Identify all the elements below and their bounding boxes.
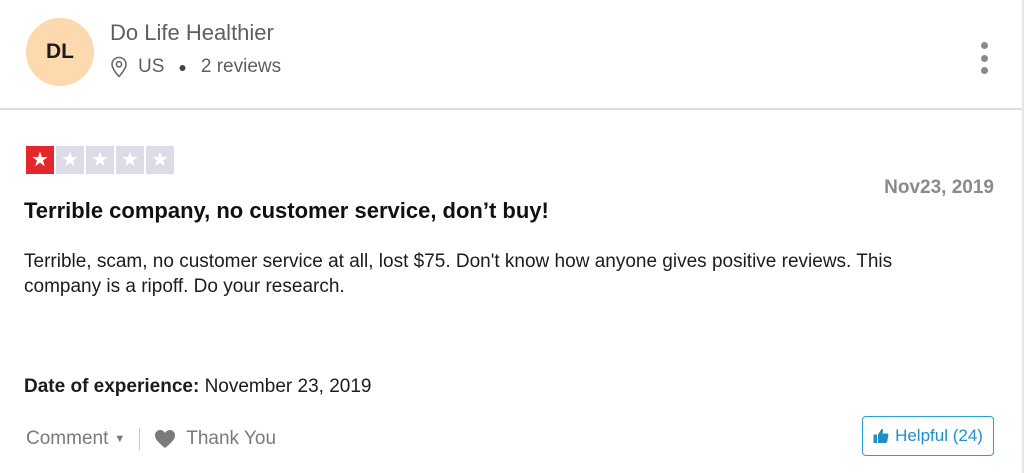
header-divider [0, 108, 1024, 110]
heart-icon [155, 430, 176, 448]
review-date: Nov23, 2019 [884, 177, 994, 198]
date-of-experience: Date of experience: November 23, 2019 [24, 376, 371, 398]
reviewer-meta: US ● 2 reviews [110, 56, 281, 78]
reviewer-country: US [138, 56, 165, 77]
location-pin-icon [111, 56, 127, 78]
star-rating: ★ ★ ★ ★ ★ [26, 146, 174, 174]
star-icon: ★ [56, 146, 84, 174]
review-title[interactable]: Terrible company, no customer service, d… [24, 198, 549, 224]
reviewer-name[interactable]: Do Life Healthier [110, 20, 274, 46]
helpful-button[interactable]: Helpful (24) [862, 416, 994, 456]
reviewer-header: DL Do Life Healthier US ● 2 reviews [0, 0, 1024, 110]
caret-down-icon: ▼ [114, 433, 126, 445]
star-icon: ★ [86, 146, 114, 174]
reviewer-review-count: 2 reviews [200, 56, 282, 77]
experience-label: Date of experience: [24, 376, 200, 397]
star-icon: ★ [116, 146, 144, 174]
review-body: Terrible, scam, no customer service at a… [24, 251, 893, 297]
star-icon: ★ [26, 146, 54, 174]
review-actions: Comment ▼ Thank You [26, 428, 276, 450]
experience-date: November 23, 2019 [204, 376, 372, 397]
kebab-menu-icon[interactable] [978, 42, 990, 74]
thumbs-up-icon [873, 429, 889, 443]
helpful-label: Helpful (24) [895, 426, 983, 445]
separator-dot: ● [178, 59, 187, 75]
star-icon: ★ [146, 146, 174, 174]
thank-you-button[interactable]: Thank You [154, 428, 276, 450]
comment-label: Comment [26, 428, 109, 449]
thank-you-label: Thank You [186, 428, 277, 449]
action-separator [139, 428, 141, 450]
comment-button[interactable]: Comment ▼ [26, 428, 125, 450]
avatar[interactable]: DL [26, 18, 94, 86]
